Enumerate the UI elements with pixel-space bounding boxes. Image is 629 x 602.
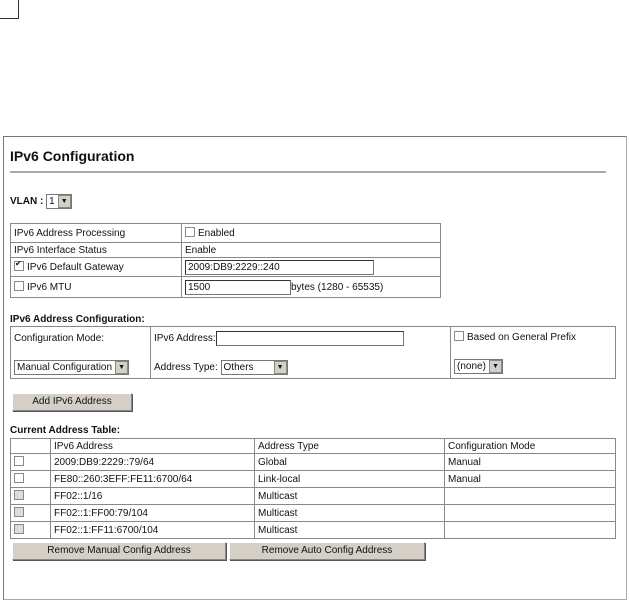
table-row: FF02::1/16 Multicast [10, 487, 616, 505]
row-address: FF02::1/16 [50, 487, 255, 505]
header-select [10, 438, 51, 454]
row-address: FE80::260:3EFF:FE11:6700/64 [50, 470, 255, 488]
prefix-value: (none) [457, 361, 486, 372]
row-address: FF02::1:FF00:79/104 [50, 504, 255, 522]
gateway-label: IPv6 Default Gateway [27, 261, 124, 273]
row-type: Multicast [254, 504, 445, 522]
processing-label: IPv6 Address Processing [10, 223, 182, 243]
mtu-hint: bytes (1280 - 65535) [291, 281, 384, 293]
row-select-cell [10, 453, 51, 471]
chevron-down-icon: ▼ [273, 361, 287, 374]
row-checkbox[interactable] [14, 489, 24, 500]
row-mode [444, 487, 616, 505]
chevron-down-icon: ▼ [57, 195, 71, 208]
chevron-down-icon: ▼ [115, 361, 129, 374]
type-select[interactable]: Others ▼ [220, 360, 288, 375]
remove-manual-config-button[interactable]: Remove Manual Config Address [12, 542, 226, 560]
row-address: FF02::1:FF11:6700/104 [50, 521, 255, 539]
status-label: IPv6 Interface Status [10, 242, 182, 258]
vlan-value: 1 [49, 196, 55, 207]
table-header-row: IPv6 Address Address Type Configuration Mo… [10, 438, 616, 454]
table-row: FF02::1:FF11:6700/104 Multicast [10, 521, 616, 539]
mode-value: Manual Configuration [17, 362, 113, 373]
mtu-input[interactable]: 1500 [185, 279, 291, 295]
address-input[interactable] [215, 331, 404, 346]
interface-settings-table: IPv6 Address Processing Enabled IPv6 Inte… [10, 223, 441, 298]
row-mode: Manual [444, 453, 616, 471]
type-value: Others [223, 362, 254, 373]
address-config-heading: IPv6 Address Configuration: [10, 314, 145, 325]
address-table-heading: Current Address Table: [10, 425, 121, 436]
row-select-cell [10, 470, 51, 488]
row-type: Global [254, 453, 445, 471]
row-mode [444, 504, 616, 522]
row-checkbox[interactable] [14, 523, 24, 534]
chevron-down-icon: ▼ [488, 360, 502, 373]
general-prefix-checkbox[interactable] [454, 331, 464, 342]
row-type: Multicast [254, 521, 445, 539]
vlan-row: VLAN : 1 ▼ [10, 194, 72, 209]
row-checkbox[interactable] [14, 472, 24, 483]
row-checkbox[interactable] [14, 506, 24, 517]
general-prefix-label: Based on General Prefix [467, 332, 576, 343]
add-ipv6-address-button[interactable]: Add IPv6 Address [12, 393, 132, 411]
row-select-cell [10, 521, 51, 539]
row-select-cell [10, 504, 51, 522]
crop-mark [0, 0, 19, 19]
table-row: FF02::1:FF00:79/104 Multicast [10, 504, 616, 522]
prefix-select[interactable]: (none) ▼ [454, 359, 503, 374]
processing-checkbox[interactable] [185, 226, 195, 237]
divider [10, 171, 606, 173]
mtu-checkbox[interactable] [14, 280, 24, 291]
mtu-label: IPv6 MTU [27, 281, 72, 293]
vlan-label: VLAN : [10, 196, 44, 208]
remove-auto-config-button[interactable]: Remove Auto Config Address [229, 542, 425, 560]
row-address: 2009:DB9:2229::79/64 [50, 453, 255, 471]
row-mode: Manual [444, 470, 616, 488]
address-table: IPv6 Address Address Type Configuration Mo… [10, 438, 616, 539]
address-config-table: Configuration Mode: Manual Configuration… [10, 326, 616, 379]
mode-label: Configuration Mode: [14, 333, 105, 344]
header-mode: Configuration Mode [444, 438, 616, 454]
row-checkbox[interactable] [14, 455, 24, 466]
vlan-select[interactable]: 1 ▼ [46, 194, 72, 209]
gateway-checkbox[interactable] [14, 259, 24, 271]
row-select-cell [10, 487, 51, 505]
table-row: FE80::260:3EFF:FE11:6700/64 Link-local M… [10, 470, 616, 488]
type-label: Address Type: [154, 362, 218, 374]
mode-select[interactable]: Manual Configuration ▼ [14, 360, 130, 375]
page-title: IPv6 Configuration [10, 148, 135, 164]
gateway-input[interactable]: 2009:DB9:2229::240 [185, 259, 374, 275]
processing-checkbox-label: Enabled [198, 227, 235, 239]
table-row: 2009:DB9:2229::79/64 Global Manual [10, 453, 616, 471]
row-type: Multicast [254, 487, 445, 505]
address-label: IPv6 Address: [154, 333, 216, 345]
status-value: Enable [181, 242, 441, 258]
header-type: Address Type [254, 438, 445, 454]
row-mode [444, 521, 616, 539]
row-type: Link-local [254, 470, 445, 488]
header-address: IPv6 Address [50, 438, 255, 454]
